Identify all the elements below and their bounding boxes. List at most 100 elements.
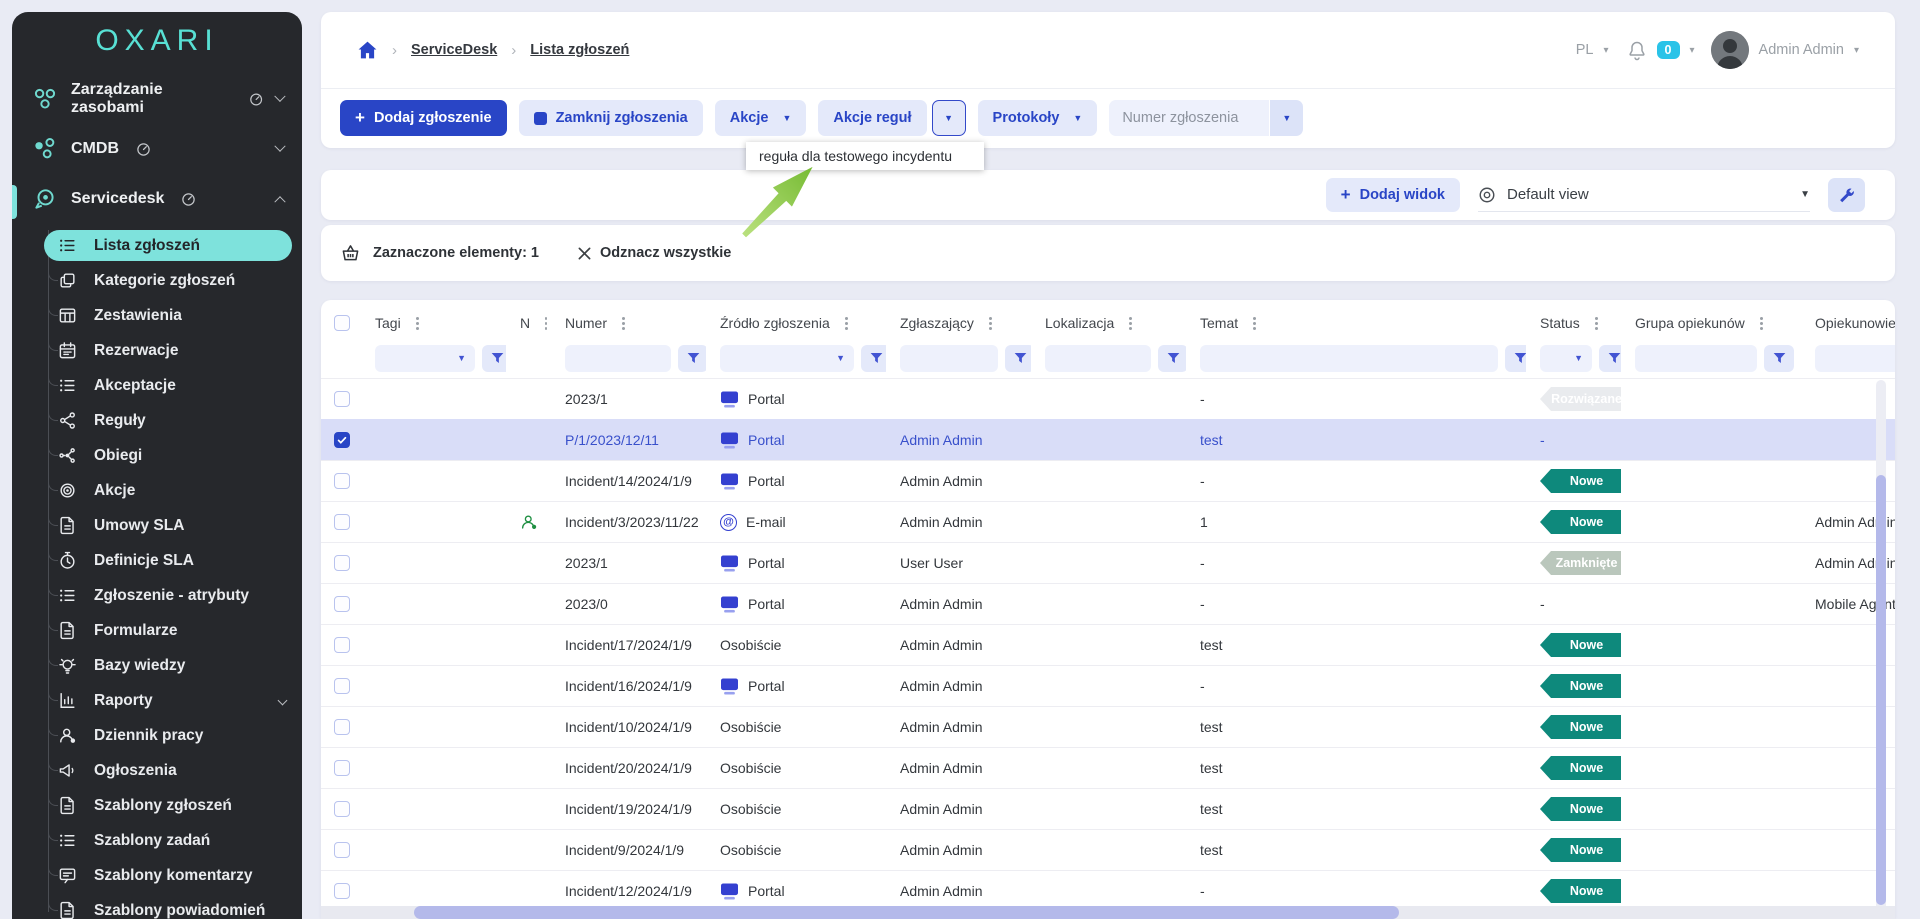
sidebar-item-lista-zg-osze[interactable]: Lista zgłoszeń — [44, 230, 292, 261]
deselect-all-button[interactable]: Odznacz wszystkie — [578, 245, 731, 261]
table-row[interactable]: Incident/12/2024/1/9PortalAdmin Admin-No… — [321, 870, 1895, 911]
rule-actions-menu-item[interactable]: reguła dla testowego incydentu — [746, 142, 984, 170]
filter-location-input[interactable] — [1045, 345, 1151, 372]
column-header-flag[interactable]: N — [506, 315, 551, 331]
view-selector[interactable]: Default view ▼ — [1478, 178, 1810, 212]
sidebar-item-og-oszenia[interactable]: Ogłoszenia — [12, 753, 302, 788]
horizontal-scrollbar[interactable] — [321, 906, 1895, 919]
row-checkbox[interactable] — [334, 760, 350, 776]
home-icon[interactable] — [357, 40, 378, 61]
filter-tags-funnel-button[interactable] — [482, 345, 506, 372]
table-row[interactable]: Incident/16/2024/1/9PortalAdmin Admin-No… — [321, 665, 1895, 706]
user-menu[interactable]: Admin Admin — [1759, 42, 1844, 58]
row-checkbox[interactable] — [334, 596, 350, 612]
column-header-source[interactable]: Źródło zgłoszenia — [706, 315, 886, 331]
row-checkbox[interactable] — [334, 637, 350, 653]
column-header-number[interactable]: Numer — [551, 315, 706, 331]
actions-button[interactable]: Akcje ▼ — [715, 100, 807, 136]
column-header-reporter[interactable]: Zgłaszający — [886, 315, 1031, 331]
column-menu-icon[interactable] — [989, 322, 992, 325]
column-header-tags[interactable]: Tagi — [361, 315, 506, 331]
column-menu-icon[interactable] — [1595, 322, 1598, 325]
filter-group-input[interactable] — [1635, 345, 1757, 372]
notification-count-badge[interactable]: 0 — [1657, 41, 1680, 59]
row-checkbox[interactable] — [334, 391, 350, 407]
bell-icon[interactable] — [1627, 40, 1647, 61]
filter-number-funnel-button[interactable] — [678, 345, 706, 372]
filter-source-select[interactable]: ▼ — [720, 345, 854, 372]
sidebar-item-akcje[interactable]: Akcje — [12, 473, 302, 508]
sidebar-item-szablony-zada[interactable]: Szablony zadań — [12, 823, 302, 858]
sidebar-item-dziennik-pracy[interactable]: Dziennik pracy — [12, 718, 302, 753]
row-checkbox[interactable] — [334, 473, 350, 489]
table-row[interactable]: Incident/3/2023/11/22@E-mailAdmin Admin1… — [321, 501, 1895, 542]
ticket-number-dropdown-toggle[interactable]: ▼ — [1270, 100, 1303, 136]
select-all-checkbox[interactable] — [334, 315, 350, 331]
sidebar-item-akceptacje[interactable]: Akceptacje — [12, 368, 302, 403]
sidebar-item-zg-oszenie-atrybuty[interactable]: Zgłoszenie - atrybuty — [12, 578, 302, 613]
table-row[interactable]: P/1/2023/12/11PortalAdmin Admintest- — [321, 419, 1895, 460]
add-ticket-button[interactable]: + Dodaj zgłoszenie — [340, 100, 507, 136]
column-header-location[interactable]: Lokalizacja — [1031, 315, 1186, 331]
filter-reporter-funnel-button[interactable] — [1005, 345, 1031, 372]
table-row[interactable]: Incident/17/2024/1/9OsobiścieAdmin Admin… — [321, 624, 1895, 665]
column-menu-icon[interactable] — [1760, 322, 1763, 325]
sidebar-item-raporty[interactable]: Raporty — [12, 683, 302, 718]
row-checkbox[interactable] — [334, 842, 350, 858]
sidebar-item-definicje-sla[interactable]: Definicje SLA — [12, 543, 302, 578]
filter-source-funnel-button[interactable] — [861, 345, 886, 372]
sidebar-item-szablony-powiadomie[interactable]: Szablony powiadomień — [12, 893, 302, 919]
sidebar-item-szablony-komentarzy[interactable]: Szablony komentarzy — [12, 858, 302, 893]
table-row[interactable]: Incident/10/2024/1/9OsobiścieAdmin Admin… — [321, 706, 1895, 747]
avatar[interactable] — [1711, 31, 1749, 69]
column-header-subject[interactable]: Temat — [1186, 315, 1526, 331]
row-checkbox[interactable] — [334, 719, 350, 735]
filter-number-input[interactable] — [565, 345, 671, 372]
row-checkbox[interactable] — [334, 678, 350, 694]
rule-actions-dropdown-toggle[interactable]: ▼ — [932, 100, 966, 136]
sidebar-item-umowy-sla[interactable]: Umowy SLA — [12, 508, 302, 543]
add-view-button[interactable]: + Dodaj widok — [1326, 178, 1460, 212]
column-header-status[interactable]: Status — [1526, 315, 1621, 331]
breadcrumb-link-lista-zgloszen[interactable]: Lista zgłoszeń — [530, 42, 629, 58]
filter-subject-funnel-button[interactable] — [1505, 345, 1526, 372]
language-selector[interactable]: PL — [1576, 42, 1594, 58]
column-menu-icon[interactable] — [845, 322, 848, 325]
horizontal-scrollbar-thumb[interactable] — [414, 906, 1399, 919]
row-checkbox[interactable] — [334, 801, 350, 817]
row-checkbox[interactable] — [334, 432, 350, 448]
column-menu-icon[interactable] — [1253, 322, 1256, 325]
filter-tags-select[interactable]: ▼ — [375, 345, 475, 372]
filter-location-funnel-button[interactable] — [1158, 345, 1186, 372]
filter-caretaker-input[interactable] — [1815, 345, 1895, 372]
column-menu-icon[interactable] — [545, 322, 547, 325]
close-tickets-button[interactable]: Zamknij zgłoszenia — [519, 100, 703, 136]
table-row[interactable]: 2023/1Portal-Rozwiązane — [321, 378, 1895, 419]
column-menu-icon[interactable] — [416, 322, 419, 325]
row-checkbox[interactable] — [334, 883, 350, 899]
column-menu-icon[interactable] — [1129, 322, 1132, 325]
vertical-scrollbar[interactable] — [1876, 380, 1886, 919]
row-checkbox[interactable] — [334, 555, 350, 571]
vertical-scrollbar-thumb[interactable] — [1876, 475, 1886, 905]
table-row[interactable]: 2023/1PortalUser User-ZamknięteAdmin Adm… — [321, 542, 1895, 583]
sidebar-item-bazy-wiedzy[interactable]: Bazy wiedzy — [12, 648, 302, 683]
rule-actions-button[interactable]: Akcje reguł — [818, 100, 926, 136]
sidebar-item-formularze[interactable]: Formularze — [12, 613, 302, 648]
sidebar-item-szablony-zg-osze[interactable]: Szablony zgłoszeń — [12, 788, 302, 823]
sidebar-item-kategorie-zg-osze[interactable]: Kategorie zgłoszeń — [12, 263, 302, 298]
breadcrumb-link-servicedesk[interactable]: ServiceDesk — [411, 42, 497, 58]
filter-subject-input[interactable] — [1200, 345, 1498, 372]
column-menu-icon[interactable] — [622, 322, 625, 325]
sidebar-item-zestawienia[interactable]: Zestawienia — [12, 298, 302, 333]
filter-group-funnel-button[interactable] — [1764, 345, 1794, 372]
table-row[interactable]: 2023/0PortalAdmin Admin--Mobile Agent — [321, 583, 1895, 624]
protocols-button[interactable]: Protokoły ▼ — [978, 100, 1098, 136]
column-header-caretaker[interactable]: Opiekunowie — [1801, 315, 1895, 331]
sidebar-item-rezerwacje[interactable]: Rezerwacje — [12, 333, 302, 368]
column-header-group[interactable]: Grupa opiekunów — [1621, 315, 1801, 331]
sidebar-item-zarzadzanie-zasobami[interactable]: Zarządzanie zasobami — [12, 74, 302, 124]
row-checkbox[interactable] — [334, 514, 350, 530]
sidebar-item-regu-y[interactable]: Reguły — [12, 403, 302, 438]
sidebar-item-servicedesk[interactable]: Servicedesk — [12, 174, 302, 224]
